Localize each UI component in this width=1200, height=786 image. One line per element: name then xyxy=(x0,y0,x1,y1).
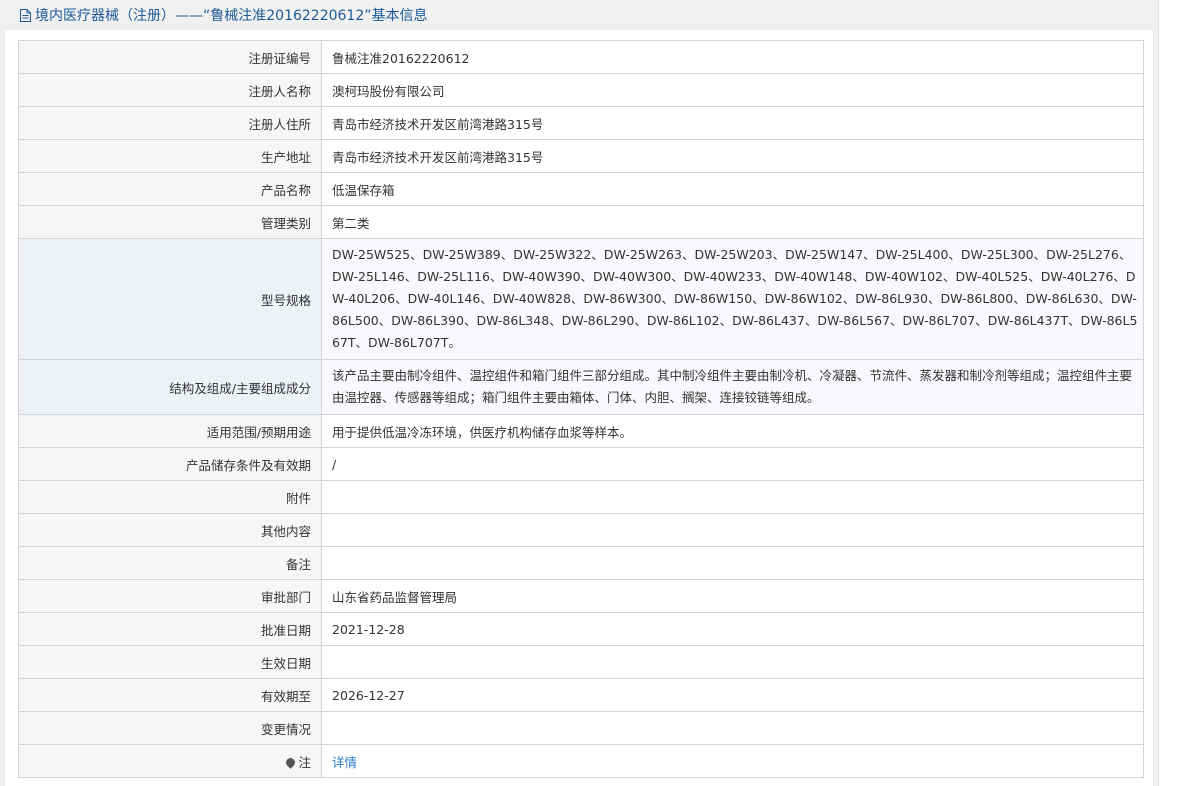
remarks-value xyxy=(321,546,1144,580)
table-row: 型号规格 DW-25W525、DW-25W389、DW-25W322、DW-25… xyxy=(18,238,1144,360)
field-label: 变更情况 xyxy=(18,711,322,745)
attachment-value xyxy=(321,480,1144,514)
approval-date-value: 2021-12-28 xyxy=(321,612,1144,646)
table-row: 生效日期 xyxy=(18,645,1144,679)
registrant-name-value: 澳柯玛股份有限公司 xyxy=(321,73,1144,107)
field-label: 注 xyxy=(298,754,311,770)
panel-title-bar: 境内医疗器械（注册）——“鲁械注准20162220612”基本信息 xyxy=(0,0,1158,30)
table-row: 适用范围/预期用途 用于提供低温冷冻环境，供医疗机构储存血浆等样本。 xyxy=(18,414,1144,448)
field-label: 管理类别 xyxy=(18,205,322,239)
other-content-value xyxy=(321,513,1144,547)
storage-validity-value: / xyxy=(321,447,1144,481)
table-row: 有效期至 2026-12-27 xyxy=(18,678,1144,712)
field-label: 注册证编号 xyxy=(18,40,322,74)
field-label: 产品名称 xyxy=(18,172,322,206)
field-label: 适用范围/预期用途 xyxy=(18,414,322,448)
table-row: 结构及组成/主要组成成分 该产品主要由制冷组件、温控组件和箱门组件三部分组成。其… xyxy=(18,359,1144,415)
field-label: 有效期至 xyxy=(18,678,322,712)
table-row: 生产地址 青岛市经济技术开发区前湾港路315号 xyxy=(18,139,1144,173)
document-icon xyxy=(20,8,31,22)
field-label: 产品储存条件及有效期 xyxy=(18,447,322,481)
field-label: 审批部门 xyxy=(18,579,322,613)
table-row: 附件 xyxy=(18,480,1144,514)
expiry-date-value: 2026-12-27 xyxy=(321,678,1144,712)
field-label: 注册人住所 xyxy=(18,106,322,140)
field-label: 其他内容 xyxy=(18,513,322,547)
table-row: 审批部门 山东省药品监督管理局 xyxy=(18,579,1144,613)
change-status-value xyxy=(321,711,1144,745)
model-spec-value: DW-25W525、DW-25W389、DW-25W322、DW-25W263、… xyxy=(321,238,1144,360)
field-label: 生产地址 xyxy=(18,139,322,173)
note-value: 详情 xyxy=(321,744,1144,778)
field-label: 生效日期 xyxy=(18,645,322,679)
field-label: 附件 xyxy=(18,480,322,514)
registration-number-value: 鲁械注准20162220612 xyxy=(321,40,1144,74)
effective-date-value xyxy=(321,645,1144,679)
table-row: 其他内容 xyxy=(18,513,1144,547)
page-title: 境内医疗器械（注册）——“鲁械注准20162220612”基本信息 xyxy=(35,8,428,24)
approval-department-value: 山东省药品监督管理局 xyxy=(321,579,1144,613)
info-panel: 境内医疗器械（注册）——“鲁械注准20162220612”基本信息 注册证编号 … xyxy=(0,0,1159,786)
table-row: 变更情况 xyxy=(18,711,1144,745)
table-row: 产品名称 低温保存箱 xyxy=(18,172,1144,206)
management-category-value: 第二类 xyxy=(321,205,1144,239)
registration-info-table: 注册证编号 鲁械注准20162220612 注册人名称 澳柯玛股份有限公司 注册… xyxy=(18,40,1144,778)
details-link[interactable]: 详情 xyxy=(332,755,357,770)
table-row: 备注 xyxy=(18,546,1144,580)
registrant-address-value: 青岛市经济技术开发区前湾港路315号 xyxy=(321,106,1144,140)
production-address-value: 青岛市经济技术开发区前湾港路315号 xyxy=(321,139,1144,173)
field-label: 备注 xyxy=(18,546,322,580)
product-name-value: 低温保存箱 xyxy=(321,172,1144,206)
pin-icon xyxy=(284,755,298,769)
note-label: 注 xyxy=(18,744,322,778)
table-row: 批准日期 2021-12-28 xyxy=(18,612,1144,646)
table-row: 注 详情 xyxy=(18,744,1144,778)
field-label: 型号规格 xyxy=(18,238,322,360)
table-row: 产品储存条件及有效期 / xyxy=(18,447,1144,481)
table-row: 注册证编号 鲁械注准20162220612 xyxy=(18,40,1144,74)
content-area: 注册证编号 鲁械注准20162220612 注册人名称 澳柯玛股份有限公司 注册… xyxy=(5,30,1153,786)
field-label: 批准日期 xyxy=(18,612,322,646)
intended-use-value: 用于提供低温冷冻环境，供医疗机构储存血浆等样本。 xyxy=(321,414,1144,448)
table-row: 注册人名称 澳柯玛股份有限公司 xyxy=(18,73,1144,107)
field-label: 结构及组成/主要组成成分 xyxy=(18,359,322,415)
field-label: 注册人名称 xyxy=(18,73,322,107)
table-row: 管理类别 第二类 xyxy=(18,205,1144,239)
structure-composition-value: 该产品主要由制冷组件、温控组件和箱门组件三部分组成。其中制冷组件主要由制冷机、冷… xyxy=(321,359,1144,415)
table-row: 注册人住所 青岛市经济技术开发区前湾港路315号 xyxy=(18,106,1144,140)
